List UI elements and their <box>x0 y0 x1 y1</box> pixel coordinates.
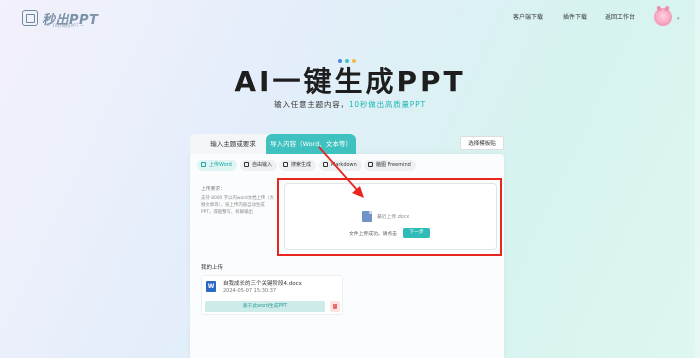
delete-icon[interactable] <box>330 301 340 312</box>
history-file-time: 2024-05-07 15:30:37 <box>223 288 277 294</box>
page-scrollbar[interactable] <box>695 0 700 358</box>
history-file-name: 自我成长的三个关键阶段4.docx <box>223 281 302 287</box>
generate-from-word-button[interactable]: 基于此word生成PPT <box>205 301 325 312</box>
my-uploads-title: 我的上传 <box>201 265 224 271</box>
annotation-arrow-icon <box>318 146 364 198</box>
word-doc-icon: W <box>206 281 216 292</box>
